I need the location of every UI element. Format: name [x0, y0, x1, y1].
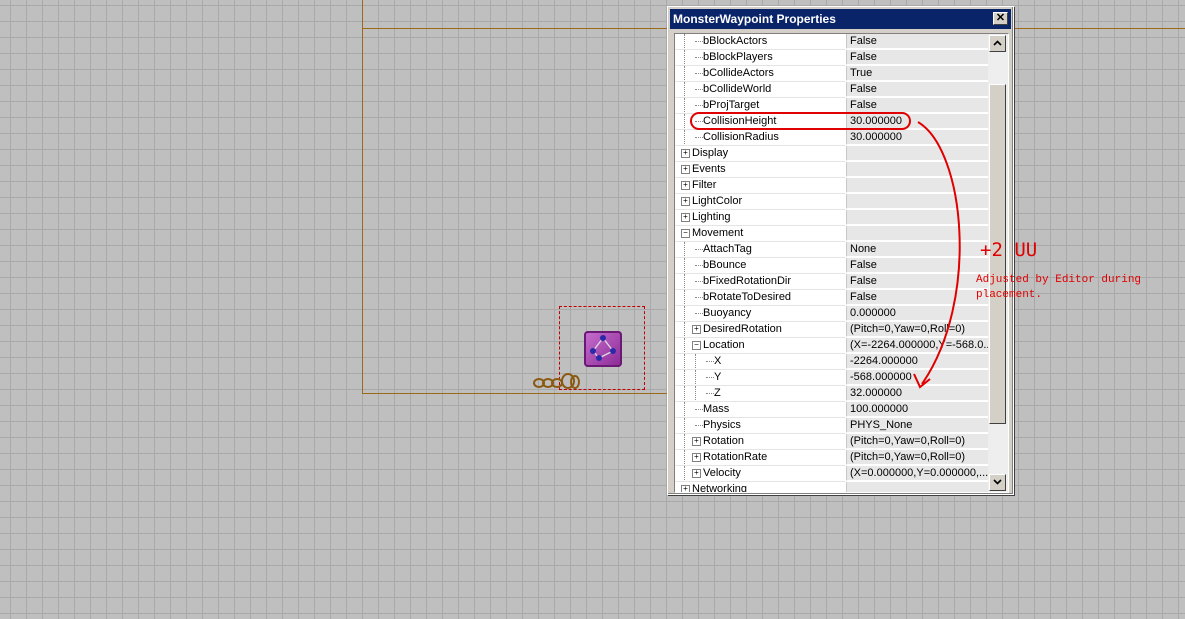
annotation-note: Adjusted by Editor during placement. [976, 274, 1142, 301]
annotation-arrow [913, 121, 961, 389]
annotation-delta: +2 UU [980, 239, 1038, 261]
